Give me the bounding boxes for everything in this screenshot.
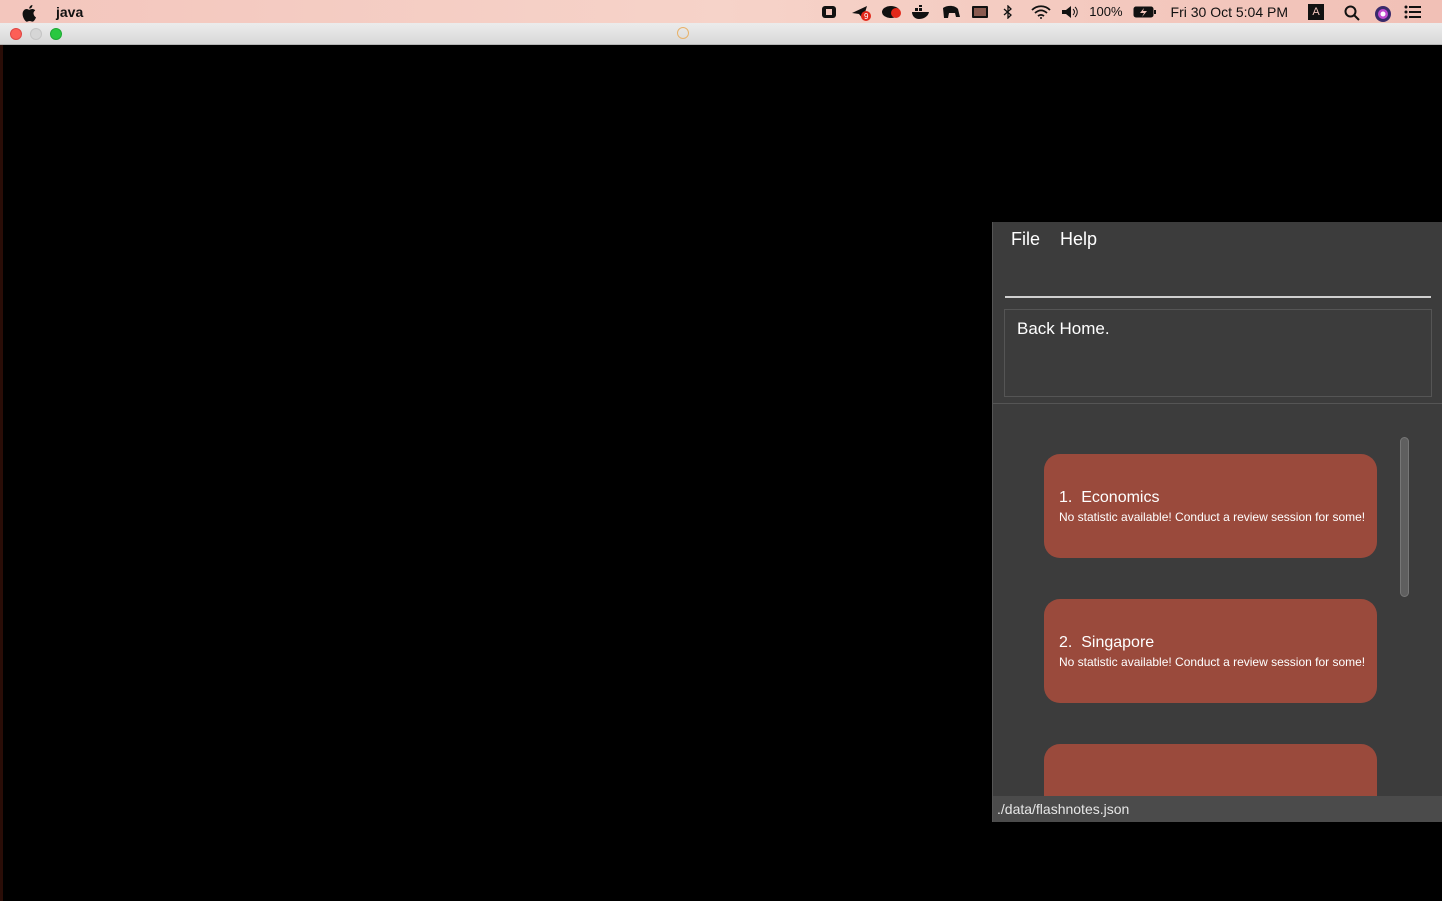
input-source-letter: A <box>1312 5 1320 18</box>
siri-icon[interactable] <box>1374 5 1392 22</box>
menu-file[interactable]: File <box>1011 229 1040 250</box>
window-maximize-button[interactable] <box>50 28 62 40</box>
deck-statistic: No statistic available! Conduct a review… <box>1059 655 1366 669</box>
command-input[interactable] <box>1005 262 1431 296</box>
battery-percentage: 100% <box>1089 4 1123 19</box>
notification-badge-count: 9 <box>864 12 869 21</box>
window-minimize-button[interactable] <box>30 28 42 40</box>
deck-statistic: No statistic available! Conduct a review… <box>1059 510 1366 524</box>
elephant-icon[interactable] <box>941 5 961 19</box>
deck-list-panel[interactable]: 1. Economics No statistic available! Con… <box>993 404 1442 796</box>
status-area: 9 100% Fri 30 Oct 5:04 PM A <box>815 0 1442 23</box>
window-titlebar[interactable] <box>0 23 1442 45</box>
result-text: Back Home. <box>1017 319 1110 338</box>
input-source-icon[interactable]: A <box>1308 3 1324 20</box>
system-menubar: java 9 100% Fri 30 Oct 5:04 PM A <box>0 0 1442 23</box>
deck-name: Singapore <box>1081 634 1155 651</box>
command-box <box>1005 262 1431 298</box>
deck-card[interactable]: 1. Economics No statistic available! Con… <box>1044 454 1377 558</box>
deck-title: 1. Economics <box>1059 489 1159 507</box>
deck-index: 2. <box>1059 634 1073 651</box>
list-scrollbar[interactable] <box>1400 437 1409 597</box>
deck-card[interactable]: 2. Singapore No statistic available! Con… <box>1044 599 1377 703</box>
app-menubar: File Help <box>993 222 1442 256</box>
bluetooth-icon[interactable] <box>1001 3 1019 20</box>
deck-name: Economics <box>1081 489 1160 506</box>
video-camera-icon[interactable] <box>821 5 839 19</box>
battery-charging-icon[interactable] <box>1133 5 1156 19</box>
window-edge <box>0 45 3 901</box>
spotlight-search-icon[interactable] <box>1344 5 1362 21</box>
volume-icon[interactable] <box>1061 5 1079 19</box>
data-file-path: ./data/flashnotes.json <box>997 801 1130 817</box>
menu-help[interactable]: Help <box>1060 229 1097 250</box>
notification-center-icon[interactable] <box>1404 5 1422 19</box>
deck-card[interactable] <box>1044 744 1377 796</box>
window-title-icon <box>677 27 689 39</box>
window-close-button[interactable] <box>10 28 22 40</box>
wifi-icon[interactable] <box>1031 4 1051 19</box>
deck-title: 2. Singapore <box>1059 634 1154 652</box>
display-icon[interactable] <box>971 5 989 19</box>
deck-index: 1. <box>1059 489 1073 506</box>
creative-cloud-icon[interactable] <box>881 5 902 19</box>
docker-icon[interactable] <box>911 4 930 19</box>
active-app-name[interactable]: java <box>56 4 83 20</box>
apple-icon[interactable] <box>22 4 42 22</box>
status-bar: ./data/flashnotes.json <box>993 796 1442 822</box>
result-display: Back Home. <box>1004 309 1432 397</box>
menubar-clock[interactable]: Fri 30 Oct 5:04 PM <box>1171 4 1288 20</box>
flashnotes-window: File Help Back Home. 1. Economics No sta… <box>992 222 1442 822</box>
paper-plane-icon[interactable]: 9 <box>851 5 872 21</box>
